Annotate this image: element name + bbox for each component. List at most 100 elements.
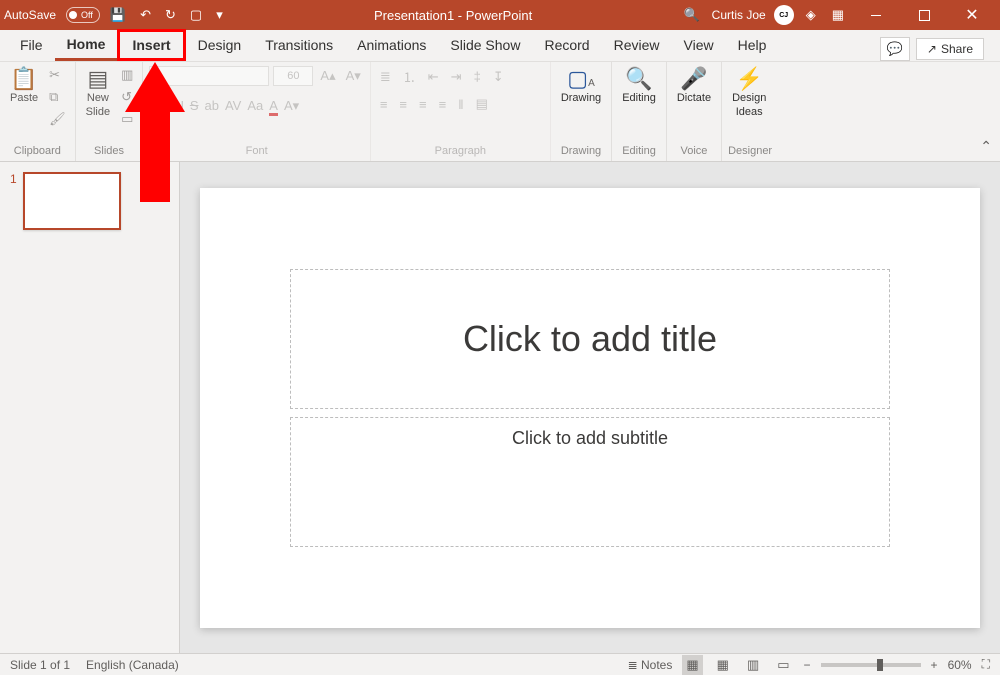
ribbon-tabs: File Home Insert Design Transitions Anim… <box>0 30 1000 62</box>
newslide-label2: Slide <box>86 106 110 118</box>
underline-button[interactable]: U <box>174 98 183 116</box>
decrease-font-icon[interactable]: A▾ <box>343 67 364 85</box>
ribbon-options-icon[interactable]: ▦ <box>828 7 848 23</box>
share-button[interactable]: ↗ Share <box>916 38 984 60</box>
font-family-combo[interactable] <box>149 66 269 86</box>
fit-to-window-icon[interactable]: ⛶ <box>982 657 990 672</box>
slideshow-view-icon[interactable]: ▭ <box>773 655 793 675</box>
redo-icon[interactable]: ↻ <box>161 7 180 23</box>
increase-font-icon[interactable]: A▴ <box>317 67 338 85</box>
close-button[interactable]: ✕ <box>952 0 992 30</box>
strike-button[interactable]: S <box>190 98 199 116</box>
comments-button[interactable]: 💬 <box>880 37 910 61</box>
slides-group-label: Slides <box>82 143 137 159</box>
zoom-handle[interactable] <box>877 659 883 671</box>
slide-edit-area[interactable]: Click to add title Click to add subtitle <box>180 162 1000 653</box>
dictate-button[interactable]: 🎤 Dictate <box>673 66 715 106</box>
tab-insert[interactable]: Insert <box>117 29 185 61</box>
group-voice: 🎤 Dictate Voice <box>667 62 722 161</box>
copy-icon[interactable]: ⧉ <box>46 88 69 106</box>
thumbnail-number: 1 <box>10 172 17 230</box>
tab-transitions[interactable]: Transitions <box>253 29 345 61</box>
autosave-label: AutoSave <box>4 8 56 22</box>
tab-record[interactable]: Record <box>532 29 601 61</box>
layout-icon[interactable]: ▥ <box>118 66 136 84</box>
zoom-percent[interactable]: 60% <box>948 658 972 672</box>
status-bar: Slide 1 of 1 English (Canada) ≣ Notes ▦ … <box>0 653 1000 675</box>
format-painter-icon[interactable]: 🖌 <box>46 110 69 128</box>
align-right-icon[interactable]: ≡ <box>416 96 430 113</box>
title-placeholder[interactable]: Click to add title <box>290 269 890 409</box>
thumbnail-preview[interactable] <box>23 172 121 230</box>
newslide-label1: New <box>87 92 109 104</box>
status-right: ≣ Notes ▦ ▦ ▥ ▭ − + 60% ⛶ <box>628 655 990 675</box>
reset-icon[interactable]: ↺ <box>118 88 136 106</box>
subtitle-placeholder[interactable]: Click to add subtitle <box>290 417 890 547</box>
zoom-in-icon[interactable]: + <box>931 658 938 672</box>
autosave-toggle[interactable]: Off <box>66 7 100 23</box>
font-group-label: Font <box>149 143 363 159</box>
editing-button[interactable]: 🔍 Editing <box>618 66 660 106</box>
columns-icon[interactable]: ‖ <box>455 96 466 113</box>
indent-left-icon[interactable]: ⇤ <box>425 68 442 86</box>
highlight-icon[interactable]: A▾ <box>284 98 299 116</box>
collapse-ribbon-icon[interactable]: ⌃ <box>980 138 992 155</box>
bold-button[interactable]: B <box>149 98 158 116</box>
indent-right-icon[interactable]: ⇥ <box>448 68 465 86</box>
paste-button[interactable]: 📋 Paste <box>6 66 42 106</box>
premium-icon[interactable]: ◈ <box>802 7 820 23</box>
notes-button[interactable]: ≣ Notes <box>628 658 673 672</box>
paragraph-group-label: Paragraph <box>377 143 544 159</box>
tab-file[interactable]: File <box>8 29 55 61</box>
slide-counter[interactable]: Slide 1 of 1 <box>10 658 70 672</box>
cut-icon[interactable]: ✂ <box>46 66 69 84</box>
maximize-button[interactable] <box>904 0 944 30</box>
drawing-button[interactable]: ▢A Drawing <box>557 66 605 106</box>
zoom-slider[interactable] <box>821 663 921 667</box>
align-center-icon[interactable]: ≡ <box>396 96 410 113</box>
tab-animations[interactable]: Animations <box>345 29 438 61</box>
reading-view-icon[interactable]: ▥ <box>743 655 763 675</box>
undo-icon[interactable]: ↶ <box>136 7 155 23</box>
font-color-icon[interactable]: A <box>269 98 278 116</box>
account-avatar[interactable]: CJ <box>774 5 794 25</box>
italic-button[interactable]: I <box>165 98 169 116</box>
voice-group-label: Voice <box>673 143 715 159</box>
slide-thumbnail-pane[interactable]: 1 <box>0 162 180 653</box>
section-icon[interactable]: ▭ <box>118 110 136 128</box>
numbering-icon[interactable]: ⒈ <box>400 66 419 87</box>
design-ideas-button[interactable]: ⚡ Design Ideas <box>728 66 770 120</box>
group-font: 60 A▴ A▾ B I U S ab AV Aa A A▾ Font <box>143 62 370 161</box>
tab-view[interactable]: View <box>672 29 726 61</box>
font-size-combo[interactable]: 60 <box>273 66 313 86</box>
thumbnail-1[interactable]: 1 <box>10 172 169 230</box>
tab-review[interactable]: Review <box>602 29 672 61</box>
shadow-button[interactable]: ab <box>205 98 219 116</box>
text-direction-icon[interactable]: ↧ <box>490 68 507 86</box>
justify-icon[interactable]: ≡ <box>436 96 450 113</box>
titlebar-right: 🔍 Curtis Joe CJ ◈ ▦ ✕ <box>679 0 996 30</box>
line-spacing-icon[interactable]: ‡ <box>471 68 484 85</box>
minimize-button[interactable] <box>856 0 896 30</box>
tab-slideshow[interactable]: Slide Show <box>438 29 532 61</box>
sorter-view-icon[interactable]: ▦ <box>713 655 733 675</box>
save-icon[interactable]: 💾 <box>106 7 130 23</box>
case-icon[interactable]: Aa <box>247 98 263 116</box>
tab-help[interactable]: Help <box>726 29 779 61</box>
smartart-icon[interactable]: ▤ <box>473 95 491 113</box>
bullets-icon[interactable]: ≣ <box>377 68 394 86</box>
align-left-icon[interactable]: ≡ <box>377 96 391 113</box>
user-name[interactable]: Curtis Joe <box>712 8 766 22</box>
spacing-icon[interactable]: AV <box>225 98 241 116</box>
slide-canvas[interactable]: Click to add title Click to add subtitle <box>200 188 980 628</box>
zoom-out-icon[interactable]: − <box>804 658 811 672</box>
normal-view-icon[interactable]: ▦ <box>682 655 702 675</box>
autosave-state: Off <box>81 10 93 20</box>
language-status[interactable]: English (Canada) <box>86 658 179 672</box>
present-icon[interactable]: ▢ <box>186 7 206 23</box>
qat-dropdown-icon[interactable]: ▾ <box>212 7 227 23</box>
tab-home[interactable]: Home <box>55 29 118 61</box>
search-icon[interactable]: 🔍 <box>679 7 703 23</box>
new-slide-button[interactable]: ▤ New Slide <box>82 66 114 120</box>
tab-design[interactable]: Design <box>186 29 254 61</box>
